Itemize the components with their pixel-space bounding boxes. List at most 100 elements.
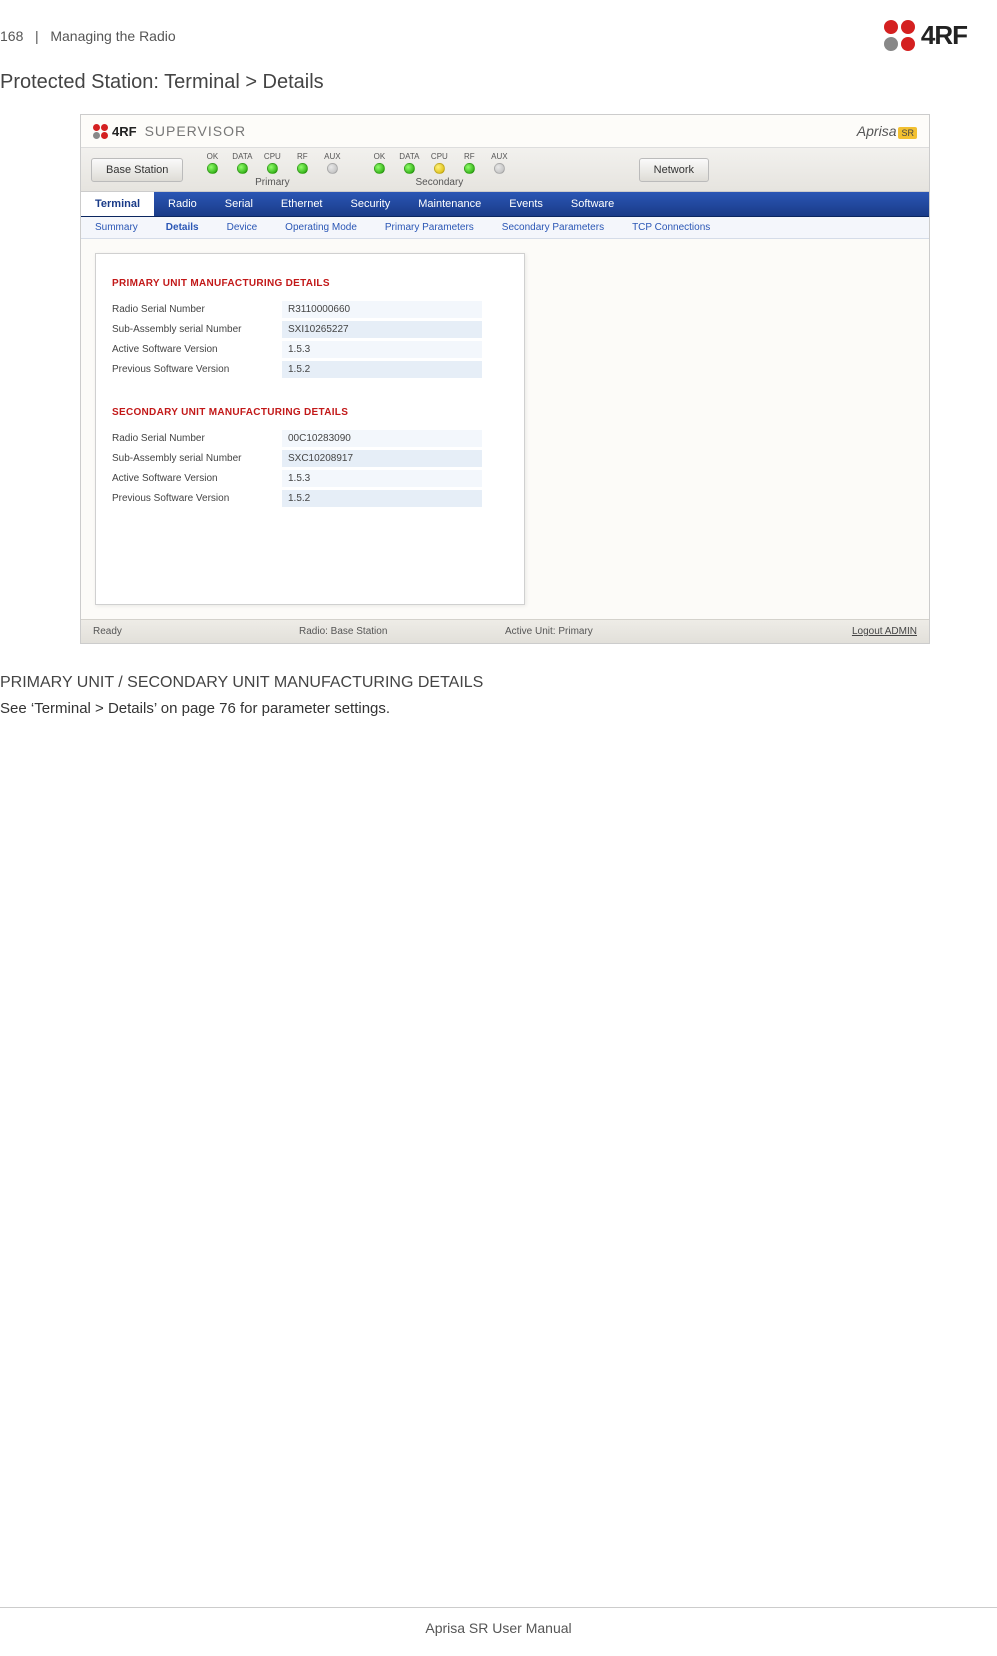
menubar: Terminal Radio Serial Ethernet Security … (81, 192, 929, 217)
menu-ethernet[interactable]: Ethernet (267, 192, 337, 216)
submenu-secondary-parameters[interactable]: Secondary Parameters (488, 217, 618, 238)
statusbar: Ready Radio: Base Station Active Unit: P… (81, 619, 929, 643)
row-label: Sub-Assembly serial Number (112, 453, 282, 464)
status-active-unit: Active Unit: Primary (505, 626, 711, 637)
submenu-summary[interactable]: Summary (81, 217, 152, 238)
row-value: 1.5.3 (282, 470, 482, 487)
data-led-icon (404, 163, 415, 174)
led-label: RF (464, 152, 475, 161)
secondary-rows: Radio Serial Number00C10283090 Sub-Assem… (112, 428, 508, 508)
led-label: CPU (264, 152, 281, 161)
table-row: Radio Serial Number00C10283090 (112, 428, 508, 448)
main-heading: Protected Station: Terminal > Details (0, 61, 997, 114)
details-panel: PRIMARY UNIT MANUFACTURING DETAILS Radio… (95, 253, 525, 605)
primary-label: Primary (255, 177, 289, 188)
menu-maintenance[interactable]: Maintenance (404, 192, 495, 216)
menu-security[interactable]: Security (337, 192, 405, 216)
supervisor-window: 4RF SUPERVISOR AprisaSR Base Station OK … (80, 114, 930, 644)
primary-leds: OK DATA CPU RF AUX (198, 152, 346, 176)
submenu-device[interactable]: Device (213, 217, 272, 238)
table-row: Active Software Version1.5.3 (112, 339, 508, 359)
row-label: Active Software Version (112, 473, 282, 484)
secondary-panel-title: SECONDARY UNIT MANUFACTURING DETAILS (112, 407, 508, 418)
led-label: DATA (232, 152, 252, 161)
primary-rows: Radio Serial NumberR3110000660 Sub-Assem… (112, 299, 508, 379)
page-number: 168 (0, 28, 23, 44)
brand-text: 4RF (921, 20, 967, 51)
primary-led-block: OK DATA CPU RF AUX Primary (198, 152, 346, 188)
secondary-label: Secondary (415, 177, 463, 188)
page-footer: Aprisa SR User Manual (0, 1607, 997, 1636)
row-label: Radio Serial Number (112, 304, 282, 315)
supervisor-toolbar: Base Station OK DATA CPU RF AUX Primary … (81, 147, 929, 192)
rf-led-icon (297, 163, 308, 174)
row-value: R3110000660 (282, 301, 482, 318)
led-label: RF (297, 152, 308, 161)
aprisa-logo: AprisaSR (857, 123, 917, 139)
menu-serial[interactable]: Serial (211, 192, 267, 216)
menu-events[interactable]: Events (495, 192, 557, 216)
network-button[interactable]: Network (639, 158, 709, 182)
table-row: Previous Software Version1.5.2 (112, 488, 508, 508)
led-label: AUX (491, 152, 507, 161)
ok-led-icon (207, 163, 218, 174)
row-value: SXC10208917 (282, 450, 482, 467)
footer-text: Aprisa SR User Manual (425, 1620, 571, 1636)
row-label: Previous Software Version (112, 364, 282, 375)
ok-led-icon (374, 163, 385, 174)
separator: | (27, 28, 46, 44)
row-value: 1.5.2 (282, 490, 482, 507)
cpu-led-icon (434, 163, 445, 174)
submenu-tcp-connections[interactable]: TCP Connections (618, 217, 724, 238)
row-label: Active Software Version (112, 344, 282, 355)
led-label: CPU (431, 152, 448, 161)
led-blocks: OK DATA CPU RF AUX Primary OK DATA CPU R… (193, 148, 513, 191)
table-row: Active Software Version1.5.3 (112, 468, 508, 488)
body-text: See ‘Terminal > Details’ on page 76 for … (0, 700, 997, 727)
sub-heading: PRIMARY UNIT / SECONDARY UNIT MANUFACTUR… (0, 644, 997, 700)
row-label: Radio Serial Number (112, 433, 282, 444)
status-logout[interactable]: Logout ADMIN (711, 626, 917, 637)
brand-logo: 4RF (884, 20, 967, 51)
secondary-led-block: OK DATA CPU RF AUX Secondary (365, 152, 513, 188)
logout-link[interactable]: Logout ADMIN (852, 626, 917, 637)
row-label: Sub-Assembly serial Number (112, 324, 282, 335)
led-label: DATA (399, 152, 419, 161)
row-value: 00C10283090 (282, 430, 482, 447)
row-label: Previous Software Version (112, 493, 282, 504)
submenu-details[interactable]: Details (152, 217, 213, 238)
row-value: 1.5.2 (282, 361, 482, 378)
section-path: Managing the Radio (50, 28, 175, 44)
table-row: Previous Software Version1.5.2 (112, 359, 508, 379)
base-station-button[interactable]: Base Station (91, 158, 183, 182)
row-value: SXI10265227 (282, 321, 482, 338)
aux-led-icon (494, 163, 505, 174)
supervisor-app-name: SUPERVISOR (145, 123, 247, 139)
primary-panel-title: PRIMARY UNIT MANUFACTURING DETAILS (112, 278, 508, 289)
submenu-operating-mode[interactable]: Operating Mode (271, 217, 371, 238)
menu-terminal[interactable]: Terminal (81, 192, 154, 216)
cpu-led-icon (267, 163, 278, 174)
led-label: OK (374, 152, 386, 161)
led-label: AUX (324, 152, 340, 161)
page-header: 168 | Managing the Radio 4RF (0, 0, 997, 61)
table-row: Sub-Assembly serial NumberSXC10208917 (112, 448, 508, 468)
supervisor-logo: 4RF SUPERVISOR (93, 123, 246, 139)
content-area: PRIMARY UNIT MANUFACTURING DETAILS Radio… (81, 239, 929, 619)
data-led-icon (237, 163, 248, 174)
row-value: 1.5.3 (282, 341, 482, 358)
aux-led-icon (327, 163, 338, 174)
supervisor-header: 4RF SUPERVISOR AprisaSR (81, 115, 929, 147)
logo-dots-icon (884, 20, 915, 51)
supervisor-logo-icon (93, 124, 108, 139)
submenu-primary-parameters[interactable]: Primary Parameters (371, 217, 488, 238)
status-ready: Ready (93, 626, 299, 637)
page-header-left: 168 | Managing the Radio (0, 28, 176, 44)
secondary-leds: OK DATA CPU RF AUX (365, 152, 513, 176)
rf-led-icon (464, 163, 475, 174)
table-row: Sub-Assembly serial NumberSXI10265227 (112, 319, 508, 339)
menu-radio[interactable]: Radio (154, 192, 211, 216)
status-radio: Radio: Base Station (299, 626, 505, 637)
menu-software[interactable]: Software (557, 192, 628, 216)
supervisor-brand-text: 4RF (112, 124, 137, 139)
